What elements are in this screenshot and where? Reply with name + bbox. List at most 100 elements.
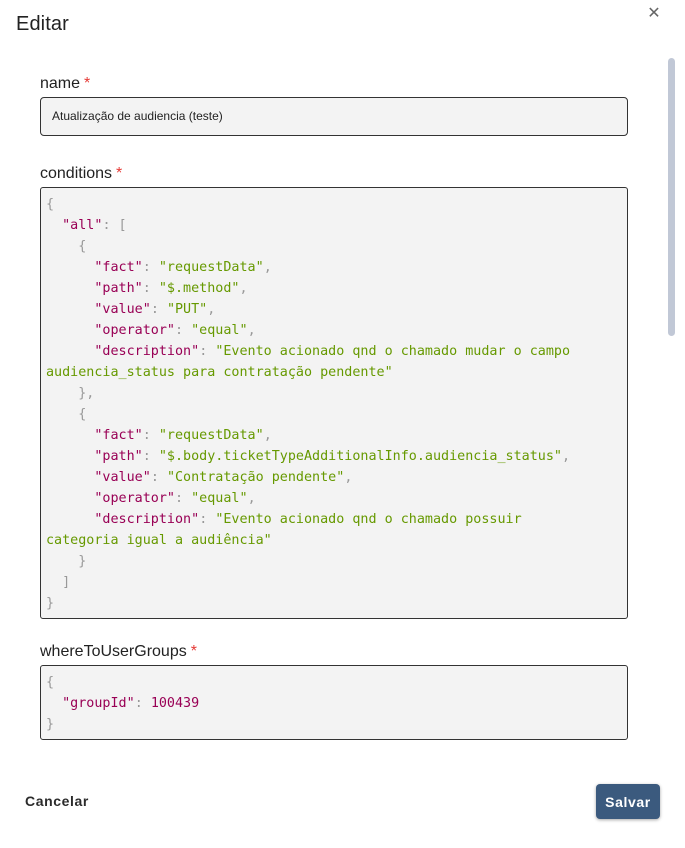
code-token: "equal" xyxy=(191,491,248,506)
code-token: , xyxy=(263,260,272,275)
form-content[interactable]: name * Atualização de audiencia (teste) c… xyxy=(0,58,685,766)
edit-dialog: Editar ✕ name * Atualização de audiencia … xyxy=(0,0,685,848)
code-line: "path": "$.body.ticketTypeAdditionalInfo… xyxy=(46,446,622,467)
dialog-title: Editar xyxy=(16,13,69,35)
code-line: "path": "$.method", xyxy=(46,278,622,299)
required-mark: * xyxy=(116,165,123,182)
code-token: "Contratação pendente" xyxy=(166,470,345,485)
code-token: , xyxy=(247,323,256,338)
required-mark: * xyxy=(190,643,197,660)
code-token: , xyxy=(561,449,571,464)
code-token: : xyxy=(150,470,167,485)
code-token: { xyxy=(46,239,87,254)
where-to-user-groups-label-text: whereToUserGroups xyxy=(40,643,187,660)
code-line: { xyxy=(46,404,622,425)
code-token: } xyxy=(46,596,55,611)
code-token: "groupId" xyxy=(62,696,135,711)
cancel-button[interactable]: Cancelar xyxy=(18,790,98,812)
code-token: : [ xyxy=(102,218,127,233)
code-token: , xyxy=(247,491,256,506)
code-token: "equal" xyxy=(191,323,248,338)
code-token: "$.body.ticketTypeAdditionalInfo.audienc… xyxy=(158,449,562,464)
code-line: "description": "Evento acionado qnd o ch… xyxy=(46,509,622,530)
code-token: "PUT" xyxy=(166,302,208,317)
close-button[interactable]: ✕ xyxy=(643,2,665,24)
code-token: , xyxy=(239,281,248,296)
code-line: "groupId": 100439 xyxy=(46,693,622,714)
code-token: , xyxy=(263,428,272,443)
conditions-label-text: conditions xyxy=(40,165,113,182)
code-token: audiencia_status para contratação penden… xyxy=(46,365,393,380)
code-token: "operator" xyxy=(94,323,175,338)
code-token: : xyxy=(142,260,159,275)
required-mark: * xyxy=(84,75,91,92)
code-token: "path" xyxy=(94,449,143,464)
code-token: "$.method" xyxy=(158,281,240,296)
code-line: ] xyxy=(46,572,622,593)
code-token: : xyxy=(142,449,159,464)
code-token: : xyxy=(199,512,216,527)
code-token: : xyxy=(175,491,192,506)
code-line: "operator": "equal", xyxy=(46,488,622,509)
close-icon: ✕ xyxy=(647,3,661,22)
code-token: : xyxy=(142,428,159,443)
code-line: categoria igual a audiência" xyxy=(46,530,622,551)
scrollbar-thumb[interactable] xyxy=(668,58,675,336)
code-line: "all": [ xyxy=(46,215,622,236)
code-token: : xyxy=(150,302,167,317)
code-token: "description" xyxy=(94,512,200,527)
code-token: "Evento acionado qnd o chamado mudar o c… xyxy=(215,344,571,359)
name-input-value: Atualização de audiencia (teste) xyxy=(52,109,223,123)
code-token: "Evento acionado qnd o chamado possuir xyxy=(215,512,522,527)
code-token: "fact" xyxy=(94,260,143,275)
code-token: }, xyxy=(46,386,95,401)
code-token: "path" xyxy=(94,281,143,296)
code-token: "description" xyxy=(94,344,200,359)
code-line: { xyxy=(46,672,622,693)
code-line: "fact": "requestData", xyxy=(46,257,622,278)
code-line: "description": "Evento acionado qnd o ch… xyxy=(46,341,622,362)
code-token: "all" xyxy=(62,218,103,233)
code-line: "fact": "requestData", xyxy=(46,425,622,446)
code-line: } xyxy=(46,714,622,735)
code-line: }, xyxy=(46,383,622,404)
code-token: "value" xyxy=(94,470,151,485)
conditions-label: conditions * xyxy=(40,165,122,183)
code-token: { xyxy=(46,675,55,690)
code-token: "requestData" xyxy=(158,428,264,443)
code-token: "fact" xyxy=(94,428,143,443)
code-token: { xyxy=(46,407,87,422)
where-to-user-groups-editor[interactable]: { "groupId": 100439} xyxy=(40,665,628,740)
code-token: { xyxy=(46,197,55,212)
code-line: } xyxy=(46,551,622,572)
name-input[interactable]: Atualização de audiencia (teste) xyxy=(40,97,628,136)
code-line: "value": "PUT", xyxy=(46,299,622,320)
name-label-text: name xyxy=(40,75,81,92)
save-button[interactable]: Salvar xyxy=(596,784,660,819)
where-to-user-groups-label: whereToUserGroups * xyxy=(40,643,197,661)
code-token: } xyxy=(46,717,55,732)
code-line: "value": "Contratação pendente", xyxy=(46,467,622,488)
code-token: : xyxy=(142,281,159,296)
code-token: 100439 xyxy=(150,696,200,711)
code-line: audiencia_status para contratação penden… xyxy=(46,362,622,383)
dialog-footer: Cancelar Salvar xyxy=(0,766,685,848)
code-token: categoria igual a audiência" xyxy=(46,533,272,548)
code-token: , xyxy=(344,470,353,485)
code-token: } xyxy=(46,554,87,569)
code-token: "value" xyxy=(94,302,151,317)
code-line: { xyxy=(46,194,622,215)
code-token: : xyxy=(175,323,192,338)
conditions-editor[interactable]: { "all": [ { "fact": "requestData", "pat… xyxy=(40,187,628,619)
code-token: "requestData" xyxy=(158,260,264,275)
